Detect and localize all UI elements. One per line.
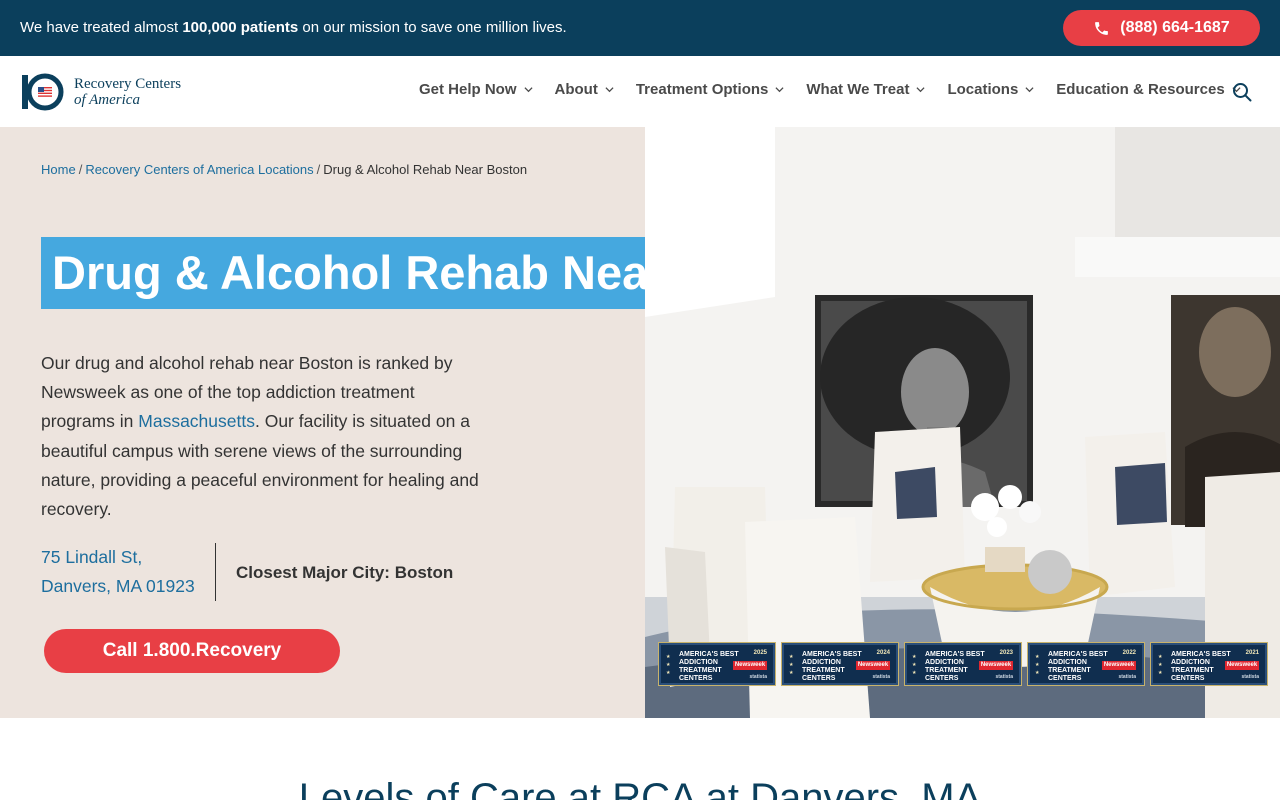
closest-city: Closest Major City: Boston: [236, 563, 454, 582]
badge-line: CENTERS: [679, 675, 713, 682]
award-badge: ★ ★ ★ AMERICA'S BEST ADDICTION TREATMENT CEN…: [1150, 642, 1268, 686]
badge-line: ADDICTION: [1171, 659, 1210, 666]
star-icon: ★ ★ ★: [912, 654, 917, 676]
statista-logo: statista: [749, 674, 767, 680]
nav-label: Education & Resources: [1056, 81, 1225, 98]
massachusetts-link[interactable]: Massachusetts: [138, 411, 255, 431]
badge-line: ADDICTION: [1048, 659, 1087, 666]
award-badge: ★ ★ ★ AMERICA'S BEST ADDICTION TREATMENT CEN…: [781, 642, 899, 686]
award-badges: ★ ★ ★ AMERICA'S BEST ADDICTION TREATMENT CEN…: [658, 642, 1268, 686]
logo-text: Recovery Centers of America: [74, 76, 181, 108]
nav-label: Treatment Options: [635, 81, 769, 98]
badge-line: AMERICA'S BEST: [925, 651, 985, 658]
chevron-down-icon: [916, 87, 925, 93]
lounge-photo: [645, 127, 1280, 718]
hero-content: Home / Recovery Centers of America Locatio…: [0, 127, 853, 718]
newsweek-logo: Newsweek: [733, 661, 767, 670]
nav-label: About: [554, 81, 598, 98]
nav-item-education-resources[interactable]: Education & Resources: [1056, 81, 1241, 98]
star-icon: ★ ★ ★: [1035, 654, 1040, 676]
newsweek-logo: Newsweek: [979, 661, 1013, 670]
nav-item-locations[interactable]: Locations: [947, 81, 1034, 98]
logo[interactable]: Recovery Centers of America: [20, 72, 200, 112]
newsweek-logo: Newsweek: [1225, 661, 1259, 670]
badge-line: TREATMENT CENTERS: [925, 667, 968, 682]
phone-number: (888) 664-1687: [1120, 19, 1230, 36]
nav-item-treatment-options[interactable]: Treatment Options: [636, 81, 785, 98]
badge-year: 2021: [1245, 650, 1259, 656]
address-line1: 75 Lindall St,: [41, 547, 143, 567]
chevron-down-icon: [523, 87, 533, 93]
announcement-suffix: on our mission to save one million lives…: [298, 19, 567, 36]
award-badge: ★ ★ ★ AMERICA'S BEST ADDICTION TREATMENT CEN…: [658, 642, 776, 686]
nav-label: Get Help Now: [419, 81, 517, 98]
breadcrumb-separator: /: [78, 162, 83, 177]
badge-year: 2022: [1122, 650, 1136, 656]
newsweek-logo: Newsweek: [1102, 661, 1136, 670]
statista-logo: statista: [1241, 674, 1259, 680]
nav-label: Locations: [947, 81, 1019, 98]
announcement-text: We have treated almost 100,000 patients …: [20, 19, 567, 36]
breadcrumb: Home / Recovery Centers of America Locatio…: [41, 162, 527, 177]
star-icon: ★ ★ ★: [1158, 654, 1163, 676]
badge-line: AMERICA'S BEST: [679, 651, 739, 658]
logo-mark: [22, 73, 64, 111]
star-icon: ★ ★ ★: [789, 654, 794, 676]
chevron-down-icon: [605, 87, 614, 93]
divider: [215, 543, 216, 601]
nav-item-about[interactable]: About: [555, 81, 614, 98]
badge-line: AMERICA'S BEST: [1171, 651, 1231, 658]
phone-icon: [1095, 21, 1109, 35]
badge-year: 2023: [999, 650, 1013, 656]
site-header: Recovery Centers of America Get Help Now…: [0, 56, 1280, 127]
logo-line1: Recovery Centers: [74, 76, 182, 92]
award-badge: ★ ★ ★ AMERICA'S BEST ADDICTION TREATMENT CEN…: [1027, 642, 1145, 686]
badge-line: TREATMENT CENTERS: [802, 667, 845, 682]
address-line2: Danvers, MA 01923: [41, 576, 195, 596]
logo-line2: of America: [74, 92, 140, 108]
badge-line: AMERICA'S BEST: [802, 651, 862, 658]
badge-line: AMERICA'S BEST: [1048, 651, 1108, 658]
announcement-bold: 100,000 patients: [182, 19, 299, 36]
announcement-bar: We have treated almost 100,000 patients …: [0, 0, 1280, 56]
statista-logo: statista: [872, 674, 890, 680]
phone-call-button[interactable]: (888) 664-1687: [1063, 10, 1260, 46]
badge-year: 2025: [753, 650, 767, 656]
badge-line: TREATMENT CENTERS: [1171, 667, 1214, 682]
levels-of-care-section: Levels of Care at RCA at Danvers, MA: [0, 718, 1280, 800]
award-badge: ★ ★ ★ AMERICA'S BEST ADDICTION TREATMENT CEN…: [904, 642, 1022, 686]
newsweek-logo: Newsweek: [856, 661, 890, 670]
hero-description: Our drug and alcohol rehab near Boston i…: [41, 349, 491, 524]
statista-logo: statista: [1118, 674, 1136, 680]
star-icon: ★ ★ ★: [666, 654, 671, 676]
announcement-prefix: We have treated almost: [20, 19, 183, 36]
badge-line: ADDICTION: [925, 659, 964, 666]
section-title: Levels of Care at RCA at Danvers, MA: [298, 776, 982, 800]
call-recovery-button[interactable]: Call 1.800.Recovery: [44, 629, 340, 673]
nav-item-what-we-treat[interactable]: What We Treat: [806, 81, 925, 98]
badge-line: TREATMENT CENTERS: [1048, 667, 1091, 682]
breadcrumb-current: Drug & Alcohol Rehab Near Boston: [323, 162, 528, 177]
chevron-down-icon: [1025, 87, 1034, 93]
chevron-down-icon: [775, 87, 784, 93]
nav-item-get-help-now[interactable]: Get Help Now: [419, 81, 533, 98]
breadcrumb-separator: /: [316, 162, 321, 177]
badge-line: ADDICTION: [802, 659, 841, 666]
badge-line: ADDICTION TREATMENT: [679, 659, 722, 674]
search-icon[interactable]: [1232, 82, 1252, 102]
hero-image: [645, 127, 1280, 718]
statista-logo: statista: [995, 674, 1013, 680]
breadcrumb-home-link[interactable]: Home: [41, 162, 76, 177]
facility-address[interactable]: 75 Lindall St, Danvers, MA 01923: [41, 543, 195, 601]
nav-label: What We Treat: [806, 81, 910, 98]
main-nav: Get Help Now About Treatment Options Wha…: [419, 81, 1263, 98]
badge-year: 2024: [876, 650, 890, 656]
breadcrumb-locations-link[interactable]: Recovery Centers of America Locations: [85, 162, 313, 177]
